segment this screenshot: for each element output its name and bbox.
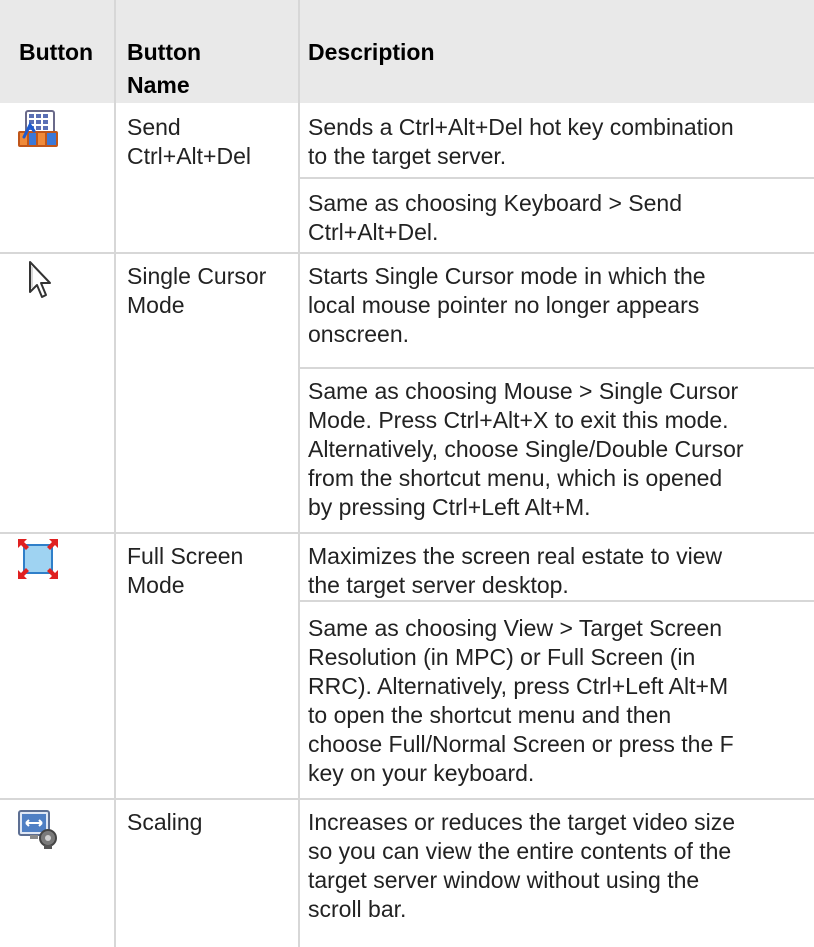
column-divider [298, 103, 300, 947]
header-button: Button [19, 39, 94, 65]
description-line: Alternatively, choose Single/Double Curs… [308, 436, 744, 462]
row-name-line: Scaling [127, 809, 203, 835]
header-divider [114, 0, 116, 103]
description-line: onscreen. [308, 321, 410, 347]
description-line: Starts Single Cursor mode in which the [308, 263, 706, 289]
paragraph-divider [300, 177, 814, 179]
description-line: by pressing Ctrl+Left Alt+M. [308, 494, 591, 520]
description-line: the target server desktop. [308, 572, 569, 598]
description-line: Same as choosing Mouse > Single Cursor [308, 378, 739, 404]
description-line: choose Full/Normal Screen or press the F [308, 731, 734, 757]
paragraph-divider [300, 600, 814, 602]
row-name-line: Single Cursor [127, 263, 267, 289]
description-line: Increases or reduces the target video si… [308, 809, 736, 835]
column-divider [114, 103, 116, 947]
row-name-line: Send [127, 114, 181, 140]
description-line: so you can view the entire contents of t… [308, 838, 732, 864]
header-divider [298, 0, 300, 103]
description-line: target server window without using the [308, 867, 700, 893]
reference-table: Button Button Name Description Send Ctrl… [0, 0, 814, 947]
description-line: Same as choosing View > Target Screen [308, 615, 723, 641]
description-line: Resolution (in MPC) or Full Screen (in [308, 644, 696, 670]
cursor-arrow-icon [16, 258, 60, 302]
row-divider [0, 252, 814, 254]
description-line: key on your keyboard. [308, 760, 535, 786]
description-line: Ctrl+Alt+Del. [308, 219, 439, 245]
paragraph-divider [300, 367, 814, 369]
description-line: scroll bar. [308, 896, 407, 922]
row-name-line: Full Screen [127, 543, 244, 569]
row-divider [0, 798, 814, 800]
description-line: Sends a Ctrl+Alt+Del hot key combination [308, 114, 734, 140]
row-name-line: Ctrl+Alt+Del [127, 143, 251, 169]
description-line: RRC). Alternatively, press Ctrl+Left Alt… [308, 673, 729, 699]
header-description: Description [308, 39, 435, 65]
description-line: Same as choosing Keyboard > Send [308, 190, 682, 216]
header-button-name-line1: Button [127, 39, 202, 65]
description-line: Mode. Press Ctrl+Alt+X to exit this mode… [308, 407, 729, 433]
description-line: from the shortcut menu, which is opened [308, 465, 723, 491]
header-button-name-line2: Name [127, 72, 190, 98]
scaling-icon [16, 807, 60, 851]
description-line: to open the shortcut menu and then [308, 702, 672, 728]
ctrl-alt-del-icon [16, 107, 60, 151]
row-name-line: Mode [127, 572, 185, 598]
description-line: to the target server. [308, 143, 507, 169]
row-divider [0, 532, 814, 534]
full-screen-icon [16, 537, 60, 581]
description-line: local mouse pointer no longer appears [308, 292, 700, 318]
row-name-line: Mode [127, 292, 185, 318]
description-line: Maximizes the screen real estate to view [308, 543, 723, 569]
